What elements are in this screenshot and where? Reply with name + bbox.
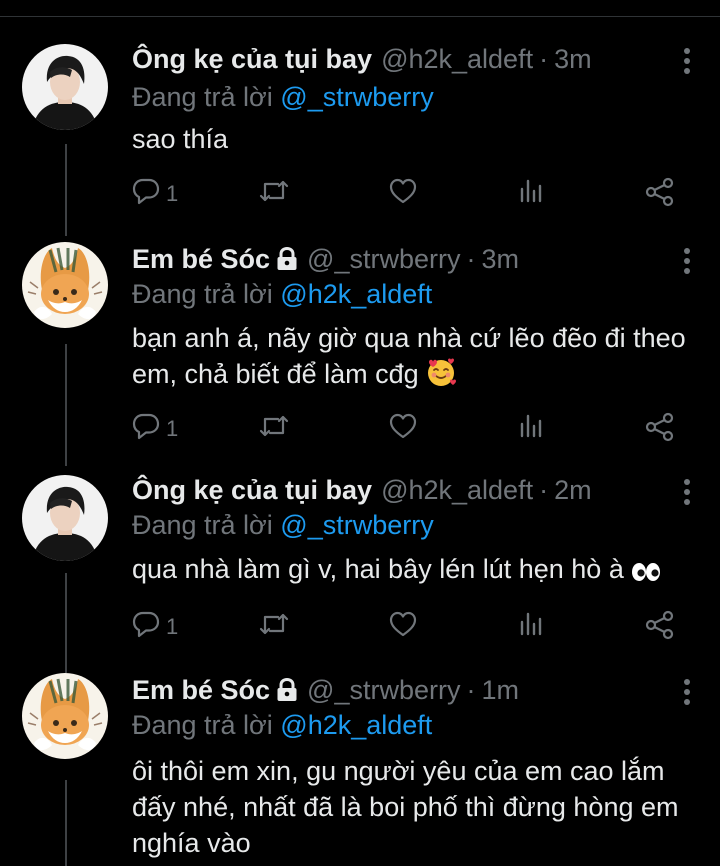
separator: · xyxy=(539,474,549,505)
like-icon xyxy=(388,610,418,643)
top-divider xyxy=(0,0,720,17)
like-button[interactable] xyxy=(388,177,418,210)
tweet-text: qua nhà làm gì v, hai bây lén lút hẹn hò… xyxy=(132,551,692,592)
reply-button[interactable]: 1 xyxy=(132,610,178,643)
timestamp[interactable]: 2m xyxy=(554,475,592,506)
timestamp[interactable]: 1m xyxy=(481,675,519,706)
more-options-icon[interactable] xyxy=(682,677,692,707)
author-name[interactable]: Ông kẹ của tụi bay xyxy=(132,475,372,506)
like-icon xyxy=(388,412,418,445)
retweet-button[interactable] xyxy=(258,610,290,643)
analytics-button[interactable] xyxy=(518,177,544,210)
share-icon xyxy=(645,610,675,645)
avatar[interactable] xyxy=(22,242,108,328)
tweet-header: Ông kẹ của tụi bay @h2k_aldeft · 3m xyxy=(132,42,592,76)
tweet-text-content: ôi thôi em xin, gu người yêu của em cao … xyxy=(132,756,679,858)
avatar[interactable] xyxy=(22,44,108,130)
mention-link[interactable]: @_strwberry xyxy=(280,510,433,540)
share-icon xyxy=(645,177,675,212)
avatar[interactable] xyxy=(22,673,108,759)
separator: · xyxy=(539,43,549,74)
reply-count: 1 xyxy=(166,415,179,441)
avatar[interactable] xyxy=(22,475,108,561)
replying-to: Đang trả lời @h2k_aldeft xyxy=(132,279,432,310)
replying-to: Đang trả lời @_strwberry xyxy=(132,510,434,541)
replying-to: Đang trả lời @_strwberry xyxy=(132,82,434,113)
tweet-header: Ông kẹ của tụi bay @h2k_aldeft · 2m xyxy=(132,473,592,507)
mention-link[interactable]: @_strwberry xyxy=(280,82,433,112)
analytics-icon xyxy=(518,610,544,643)
tweet-text-content: bạn anh á, nãy giờ qua nhà cứ lẽo đẽo đi… xyxy=(132,323,686,389)
like-button[interactable] xyxy=(388,610,418,643)
replying-prefix: Đang trả lời xyxy=(132,710,273,740)
thread-line xyxy=(65,144,67,236)
smiling-face-with-hearts-emoji xyxy=(425,356,457,397)
author-handle[interactable]: @h2k_aldeft xyxy=(381,44,533,75)
author-name[interactable]: Em bé Sóc xyxy=(132,675,270,706)
tweet-text-content: qua nhà làm gì v, hai bây lén lút hẹn hò… xyxy=(132,554,624,584)
retweet-icon xyxy=(258,412,290,445)
more-options-icon[interactable] xyxy=(682,46,692,76)
replying-prefix: Đang trả lời xyxy=(132,279,273,309)
reply-button[interactable]: 1 xyxy=(132,177,178,210)
tweet-header: Em bé Sóc @_strwberry · 1m xyxy=(132,673,519,707)
retweet-icon xyxy=(258,177,290,210)
timestamp[interactable]: 3m xyxy=(554,44,592,75)
tweet-actions: 1 xyxy=(132,610,692,640)
separator: · xyxy=(466,243,476,274)
share-icon xyxy=(645,412,675,447)
lock-icon xyxy=(276,246,298,271)
eyes-emoji xyxy=(630,556,662,592)
author-name[interactable]: Ông kẹ của tụi bay xyxy=(132,44,372,75)
mention-link[interactable]: @h2k_aldeft xyxy=(280,710,432,740)
thread-line xyxy=(65,344,67,466)
tweet-header: Em bé Sóc @_strwberry · 3m xyxy=(132,242,519,276)
timestamp[interactable]: 3m xyxy=(481,244,519,275)
more-options-icon[interactable] xyxy=(682,477,692,507)
more-options-icon[interactable] xyxy=(682,246,692,276)
retweet-button[interactable] xyxy=(258,177,290,210)
tweet-text-content: sao thía xyxy=(132,124,229,154)
tweet-text: ôi thôi em xin, gu người yêu của em cao … xyxy=(132,753,692,861)
author-name[interactable]: Em bé Sóc xyxy=(132,244,270,275)
author-handle[interactable]: @_strwberry xyxy=(307,244,460,275)
share-button[interactable] xyxy=(645,412,675,447)
share-button[interactable] xyxy=(645,177,675,212)
thread-line xyxy=(65,573,67,673)
reply-count: 1 xyxy=(166,180,179,206)
reply-count: 1 xyxy=(166,613,179,639)
analytics-icon xyxy=(518,412,544,445)
tweet-text: bạn anh á, nãy giờ qua nhà cứ lẽo đẽo đi… xyxy=(132,320,692,397)
replying-prefix: Đang trả lời xyxy=(132,510,273,540)
reply-button[interactable]: 1 xyxy=(132,412,178,445)
tweet-text: sao thía xyxy=(132,121,692,157)
author-handle[interactable]: @h2k_aldeft xyxy=(381,475,533,506)
tweet-actions: 1 xyxy=(132,412,692,442)
replying-to: Đang trả lời @h2k_aldeft xyxy=(132,710,432,741)
analytics-button[interactable] xyxy=(518,610,544,643)
author-handle[interactable]: @_strwberry xyxy=(307,675,460,706)
lock-icon xyxy=(276,677,298,702)
reply-icon xyxy=(132,412,160,445)
reply-icon xyxy=(132,610,160,643)
retweet-button[interactable] xyxy=(258,412,290,445)
like-button[interactable] xyxy=(388,412,418,445)
thread-line xyxy=(65,780,67,866)
replying-prefix: Đang trả lời xyxy=(132,82,273,112)
reply-icon xyxy=(132,177,160,210)
retweet-icon xyxy=(258,610,290,643)
analytics-icon xyxy=(518,177,544,210)
analytics-button[interactable] xyxy=(518,412,544,445)
mention-link[interactable]: @h2k_aldeft xyxy=(280,279,432,309)
like-icon xyxy=(388,177,418,210)
separator: · xyxy=(466,674,476,705)
share-button[interactable] xyxy=(645,610,675,645)
tweet-actions: 1 xyxy=(132,177,692,207)
